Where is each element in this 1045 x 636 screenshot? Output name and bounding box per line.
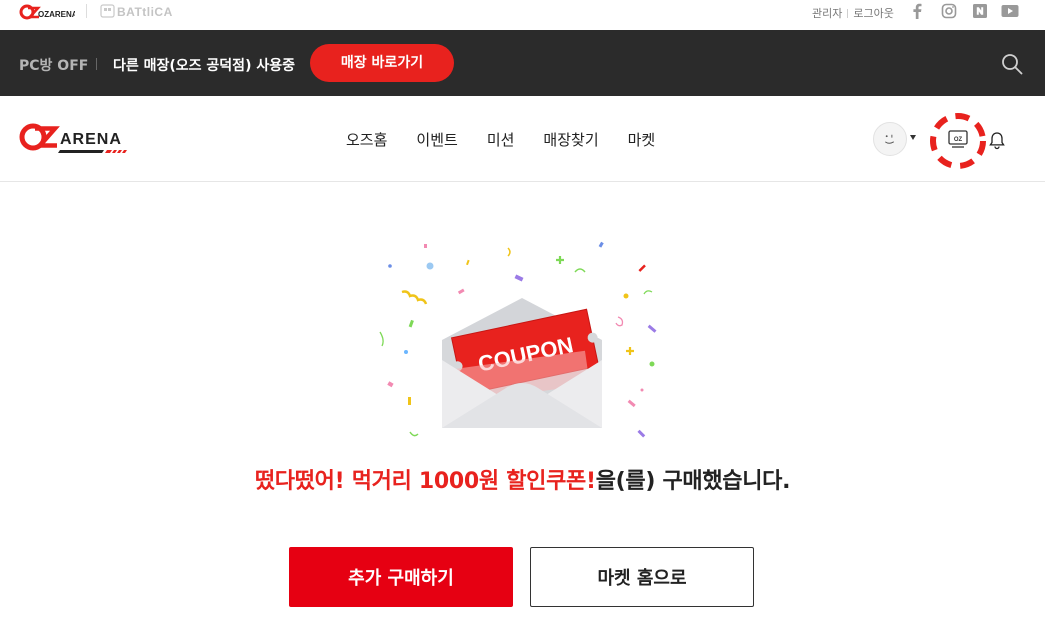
nav-missions[interactable]: 미션 bbox=[487, 129, 515, 150]
small-logo-text: OZARENA bbox=[38, 10, 75, 19]
oz-badge-text: OZ bbox=[954, 137, 963, 143]
search-icon[interactable] bbox=[1000, 52, 1024, 76]
youtube-icon[interactable] bbox=[1001, 3, 1019, 19]
divider bbox=[86, 4, 87, 18]
message-suffix: 을(를) 구매했습니다. bbox=[595, 469, 791, 494]
nav-oz-home[interactable]: 오즈홈 bbox=[346, 129, 387, 150]
purchase-result-message: 떴다떴어! 먹거리 1000원 할인쿠폰!을(를) 구매했습니다. bbox=[0, 463, 1045, 495]
logout-link[interactable]: 로그아웃 bbox=[853, 5, 893, 21]
nav-find-store[interactable]: 매장찾기 bbox=[543, 129, 598, 150]
divider bbox=[847, 8, 849, 18]
facebook-icon[interactable] bbox=[912, 3, 922, 19]
battlica-logo-text: BATtliCA bbox=[117, 5, 173, 19]
nav-market[interactable]: 마켓 bbox=[628, 129, 656, 150]
buy-more-button[interactable]: 추가 구매하기 bbox=[289, 547, 513, 607]
main-nav: 오즈홈 이벤트 미션 매장찾기 마켓 bbox=[346, 129, 684, 150]
ozarena-logo[interactable]: ARENA bbox=[19, 122, 131, 156]
ozarena-small-logo[interactable]: OZARENA bbox=[19, 3, 75, 21]
account-links: 관리자 로그아웃 bbox=[812, 5, 894, 21]
battlica-logo[interactable]: BATtliCA bbox=[100, 2, 180, 20]
instagram-icon[interactable] bbox=[941, 3, 957, 19]
bell-icon[interactable] bbox=[987, 130, 1007, 150]
logo-text: ARENA bbox=[60, 131, 122, 148]
oz-wallet-icon[interactable]: OZ bbox=[928, 111, 988, 171]
coupon-illustration: COUPON bbox=[379, 241, 657, 438]
avatar[interactable] bbox=[873, 122, 907, 156]
divider bbox=[96, 58, 97, 70]
chevron-down-icon[interactable] bbox=[910, 135, 916, 140]
main-header: ARENA 오즈홈 이벤트 미션 매장찾기 마켓 OZ bbox=[0, 96, 1045, 182]
go-to-store-button[interactable]: 매장 바로가기 bbox=[310, 44, 454, 82]
nav-events[interactable]: 이벤트 bbox=[416, 129, 457, 150]
admin-link[interactable]: 관리자 bbox=[812, 5, 842, 21]
store-usage-message: 다른 매장(오즈 공덕점) 사용중 bbox=[113, 58, 295, 74]
pc-status-text: PC방 OFF bbox=[19, 58, 89, 74]
utility-bar: OZARENA BATtliCA 관리자 로그아웃 bbox=[0, 0, 1045, 30]
pc-status-bar: PC방 OFF 다른 매장(오즈 공덕점) 사용중 매장 바로가기 bbox=[0, 30, 1045, 96]
market-home-button[interactable]: 마켓 홈으로 bbox=[530, 547, 754, 607]
coupon-name: 떴다떴어! 먹거리 1000원 할인쿠폰! bbox=[254, 469, 596, 494]
naver-icon[interactable] bbox=[972, 3, 988, 19]
